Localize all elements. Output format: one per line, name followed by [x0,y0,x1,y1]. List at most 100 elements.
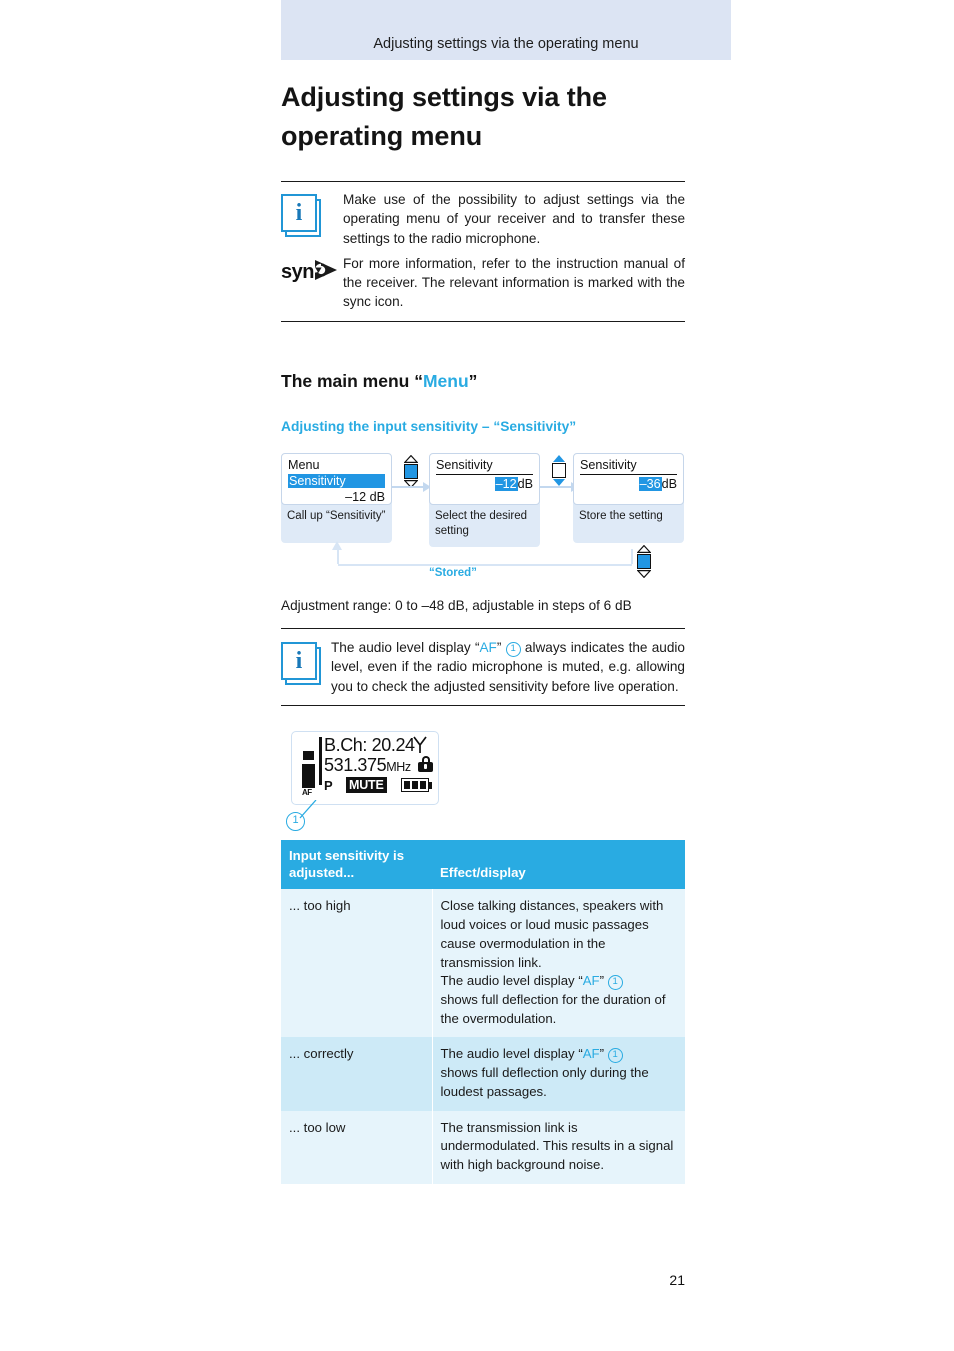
lcd-p-label: P [324,778,333,793]
note-box-1: i Make use of the possibility to adjust … [281,181,685,322]
sensitivity-effects-table: Input sensitivity is adjusted... Effect/… [281,840,685,1184]
flow-step-3-title: Sensitivity [580,458,677,476]
info-icon-cell: i [281,190,343,237]
flow-step-1-selected: Sensitivity [288,473,385,489]
triangle-down-icon-2 [637,570,651,578]
table-cell-condition: ... correctly [281,1037,433,1111]
table-header-condition: Input sensitivity is adjusted... [281,840,432,890]
info-icon-2: i [281,642,323,685]
table-cell-effect: The audio level display “AF” 1 shows ful… [432,1037,685,1111]
lock-icon [418,756,433,772]
set-key-icon [404,464,418,479]
effect-before: The audio level display “ [440,1046,583,1062]
note2-before: The audio level display “ [331,640,480,655]
effect-mid: ” [599,1046,608,1062]
table-row: ... too high Close talking distances, sp… [281,889,685,1038]
table-cell-effect: The transmission link is undermodulated.… [432,1110,685,1184]
flow-step-1-value: –12 dB [345,490,385,505]
effect-mid: ” [599,973,608,989]
note-row-info-2: i The audio level display “AF” 1 always … [281,638,685,696]
flow-step-1-caption: Call up “Sensitivity” [281,501,392,543]
running-header-band: Adjusting settings via the operating men… [281,0,731,60]
battery-icon [401,778,433,792]
triangle-down-filled-icon [553,479,565,486]
flow-step-3: Sensitivity –36dB Store the setting [573,453,684,543]
section-heading-prefix: The main menu “ [281,371,423,391]
flow-step-2: Sensitivity –12dB Select the desired set… [429,453,540,548]
antenna-icon [412,736,428,758]
note-text-3: The audio level display “AF” 1 always in… [331,638,685,696]
flow-step-3-caption: Store the setting [573,501,684,543]
note2-mid: ” [496,640,506,655]
effect-after: shows full deflection only during the lo… [440,1065,649,1099]
table-header-effect: Effect/display [432,840,685,890]
lcd-line-frequency: 531.375MHz [324,755,411,776]
up-down-button[interactable] [551,455,567,495]
effect-accent: AF [582,973,600,989]
af-label: AF [302,788,312,797]
set-key-icon-2 [637,554,651,569]
effect-before: Close talking distances, speakers with l… [440,898,664,989]
lcd-line-channel: B.Ch: 20.24 [324,735,415,755]
af-level-meter-icon: AF [302,751,315,797]
flow-step-1: Menu Sensitivity –12 dB Call up “Sensiti… [281,453,392,543]
document-page: Adjusting settings via the operating men… [0,0,954,1351]
triangle-up-icon-2 [637,545,651,553]
note-row-sync: syn For more information, refer to the i… [281,254,685,312]
lcd-frequency-unit: MHz [386,760,411,774]
flow-step-3-value: –36 [638,477,662,492]
mute-badge: MUTE [346,777,387,793]
sync-icon: syn [281,258,343,288]
effect-accent: AF [582,1046,600,1062]
adjustment-range-text: Adjustment range: 0 to –48 dB, adjustabl… [281,598,632,613]
info-icon-cell-2: i [281,638,331,685]
subsection-heading: Adjusting the input sensitivity – “Sensi… [281,419,577,434]
flow-step-2-unit: dB [517,477,533,492]
running-header-text: Adjusting settings via the operating men… [373,36,639,52]
flow-step-3-unit: dB [661,477,677,492]
set-button-filled-return[interactable] [636,545,652,585]
callout-marker-1: 1 [286,812,305,831]
triangle-up-icon [404,455,418,463]
return-arrow-head [332,541,342,550]
sync-arrow-glyph [312,258,338,287]
table-cell-condition: ... too high [281,889,433,1038]
flow-step-3-display: Sensitivity –36dB [573,453,684,505]
effect-after: shows full deflection for the duration o… [440,991,666,1026]
set-button-filled[interactable] [403,455,419,495]
effect-before: The transmission link is undermodulated.… [440,1119,674,1173]
menu-flow-diagram: Menu Sensitivity –12 dB Call up “Sensiti… [281,453,691,588]
note2-accent: AF [479,640,497,655]
table-row: ... too low The transmission link is und… [281,1110,685,1184]
section-heading-suffix: ” [468,371,478,391]
note-row-info: i Make use of the possibility to adjust … [281,190,685,248]
sync-icon-cell: syn [281,254,343,288]
flow-step-2-display: Sensitivity –12dB [429,453,540,505]
triangle-up-filled-icon [553,455,565,462]
section-heading: The main menu “Menu” [281,371,711,392]
effect-callout: 1 [607,975,623,991]
page-number: 21 [669,1272,685,1288]
page-title: Adjusting settings via the operating men… [281,82,607,152]
table-cell-effect: Close talking distances, speakers with l… [432,889,685,1038]
set-key-open-icon [552,463,566,478]
table-header-row: Input sensitivity is adjusted... Effect/… [281,840,685,890]
effect-callout: 1 [607,1048,623,1064]
return-label: “Stored” [429,567,477,579]
info-icon: i [281,194,323,237]
note-box-2: i The audio level display “AF” 1 always … [281,628,685,706]
lcd-display-figure: AF B.Ch: 20.24 531.375MHz P MUTE [291,731,439,805]
lcd-frequency-value: 531.375 [324,755,387,775]
flow-step-1-display: Menu Sensitivity –12 dB [281,453,392,505]
section-heading-accent: Menu [422,371,469,391]
flow-step-1-title: Menu [288,458,320,472]
flow-step-2-title: Sensitivity [436,458,533,476]
note-text-1: Make use of the possibility to adjust se… [343,192,685,246]
note2-callout: 1 [505,642,521,657]
table-cell-condition: ... too low [281,1110,433,1184]
flow-step-2-value: –12 [494,477,518,492]
note-text-2: For more information, refer to the instr… [343,255,685,310]
flow-step-2-caption: Select the desired setting [429,501,540,548]
lcd-divider [319,737,322,785]
sync-icon-label: syn [281,261,314,284]
